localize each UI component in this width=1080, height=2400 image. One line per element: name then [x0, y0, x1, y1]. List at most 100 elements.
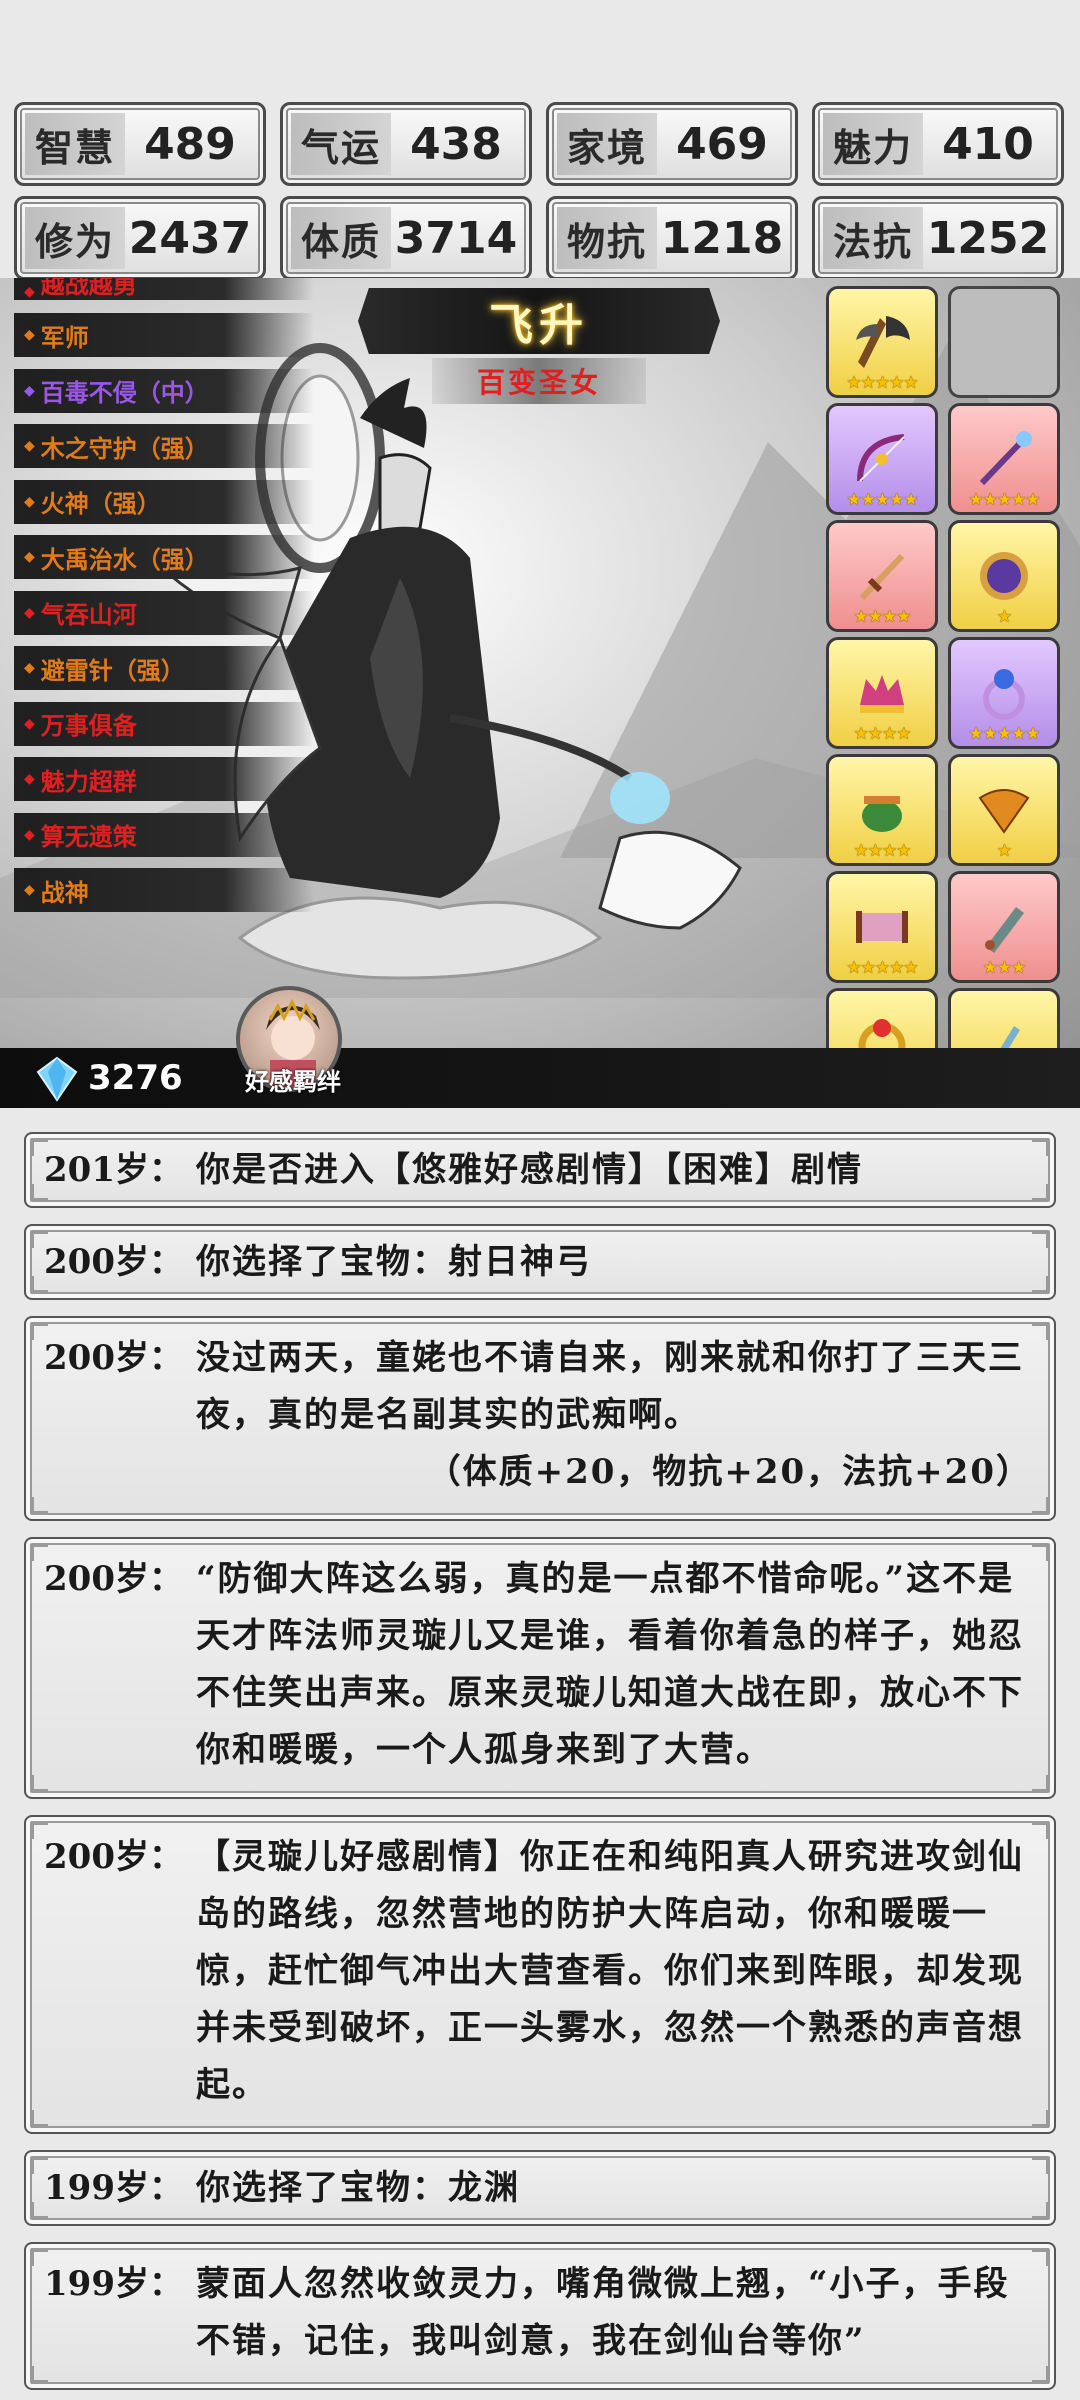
- buff-label: 魅力超群: [40, 766, 137, 796]
- log-paragraph: 没过两天，童姥也不请自来，刚来就和你打了三天三夜，真的是名副其实的武痴啊。: [196, 1338, 1024, 1435]
- equipment-slot[interactable]: ★: [948, 754, 1060, 866]
- log-age: 199岁：: [44, 2264, 183, 2304]
- buff-bullet-icon: ◆: [24, 438, 35, 454]
- stat-value: 2437: [128, 212, 252, 264]
- stat-luck: 气运 438: [280, 102, 532, 186]
- log-age: 201岁：: [44, 1150, 183, 1190]
- ring-icon: [983, 669, 1025, 720]
- buff-item[interactable]: ◆ 气吞山河: [14, 590, 314, 635]
- crown-icon: [860, 675, 904, 713]
- equipment-slot[interactable]: ★★★★★: [948, 637, 1060, 749]
- corner-ornament: [1032, 1324, 1048, 1340]
- equipment-slot[interactable]: ★★★★★: [826, 286, 938, 398]
- stat-value: 469: [676, 118, 768, 170]
- log-text: “防御大阵这么弱，真的是一点都不惜命呢。”这不是天才阵法师灵璇儿又是谁，看着你着…: [196, 1551, 1032, 1779]
- star-rating: ★: [996, 841, 1012, 861]
- corner-ornament: [32, 1823, 48, 1839]
- corner-ornament: [1032, 2366, 1048, 2382]
- corner-ornament: [32, 1232, 48, 1248]
- equipment-slot[interactable]: ★★★★★: [826, 403, 938, 515]
- log-age: 200岁：: [44, 1837, 183, 1877]
- star-rating: ★★★★★: [846, 373, 918, 393]
- buff-label: 避雷针（强）: [40, 655, 185, 685]
- star-rating: ★: [996, 607, 1012, 627]
- corner-ornament: [32, 1545, 48, 1561]
- buff-item[interactable]: ◆ 百毒不侵（中）: [14, 368, 314, 413]
- star-rating: ★★★: [982, 958, 1027, 978]
- stat-value: 410: [942, 118, 1034, 170]
- corner-ornament: [32, 1775, 48, 1791]
- star-rating: ★★★★★: [846, 958, 918, 978]
- stat-label: 家境: [557, 113, 657, 175]
- log-entry: 199岁： 蒙面人忽然收敛灵力，嘴角微微上翘，“小子，手段不错，记住，我叫剑意，我…: [24, 2242, 1056, 2390]
- buff-item[interactable]: ◆ 大禹治水（强）: [14, 535, 314, 579]
- corner-ornament: [32, 2158, 48, 2174]
- equipment-slot[interactable]: ★★★: [948, 871, 1060, 983]
- log-age: 199岁：: [44, 2168, 183, 2208]
- stat-value: 489: [144, 118, 236, 170]
- log-entry: 200岁： 你选择了宝物：射日神弓: [24, 1224, 1056, 1300]
- buff-item[interactable]: ◆ 万事俱备: [14, 701, 314, 746]
- buff-bullet-icon: ◆: [24, 493, 35, 510]
- buff-bullet-icon: ◆: [24, 771, 35, 787]
- gem-count: 3276: [88, 1058, 183, 1098]
- stat-label: 魅力: [823, 113, 923, 175]
- character-subtitle: 百变圣女: [432, 358, 646, 404]
- stat-value: 3714: [394, 212, 518, 264]
- log-text: 蒙面人忽然收敛灵力，嘴角微微上翘，“小子，手段不错，记住，我叫剑意，我在剑仙台等…: [196, 2256, 1032, 2370]
- sword-icon: [859, 553, 905, 601]
- log-text: 你选择了宝物：龙渊: [196, 2162, 1032, 2214]
- stat-magic-resist: 法抗 1252: [812, 196, 1064, 280]
- equipment-slot-empty[interactable]: [948, 286, 1060, 398]
- log-paragraph: 你选择了宝物：龙渊: [196, 2168, 520, 2208]
- buff-item[interactable]: ◆ 越战越勇: [14, 278, 314, 300]
- corner-ornament: [32, 2110, 48, 2126]
- stat-physical-resist: 物抗 1218: [546, 196, 798, 280]
- fan-icon: [978, 789, 1030, 834]
- stat-value: 438: [410, 118, 502, 170]
- buff-label: 火神（强）: [40, 489, 161, 518]
- equipment-slot[interactable]: ★★★★★: [826, 871, 938, 983]
- equipment-slot[interactable]: ★: [948, 520, 1060, 632]
- stat-charm: 魅力 410: [812, 102, 1064, 186]
- buff-item[interactable]: ◆ 算无遗策: [14, 812, 314, 857]
- buff-item[interactable]: ◆ 军师: [14, 313, 314, 357]
- buff-item[interactable]: ◆ 战神: [14, 868, 314, 912]
- buff-item[interactable]: ◆ 火神（强）: [14, 479, 314, 524]
- star-rating: ★★★★: [853, 607, 912, 627]
- stat-value: 1252: [926, 212, 1050, 264]
- equipment-slot[interactable]: ★★★★★: [948, 403, 1060, 515]
- equipment-slot[interactable]: ★★★★: [826, 637, 938, 749]
- log-text: 没过两天，童姥也不请自来，刚来就和你打了三天三夜，真的是名副其实的武痴啊。 （体质…: [196, 1330, 1032, 1501]
- log-paragraph: “防御大阵这么弱，真的是一点都不惜命呢。”这不是天才阵法师灵璇儿又是谁，看着你着…: [196, 1559, 1024, 1770]
- buff-bullet-icon: ◆: [24, 549, 35, 565]
- corner-ornament: [32, 1140, 48, 1156]
- corner-ornament: [1032, 1545, 1048, 1561]
- buff-item[interactable]: ◆ 避雷针（强）: [14, 646, 314, 690]
- log-entry: 201岁： 你是否进入【悠雅好感剧情】【困难】剧情: [24, 1132, 1056, 1208]
- character-scene: ◆ 越战越勇 ◆ 军师 ◆ 百毒不侵（中） ◆ 木之守护（强） ◆ 火神（强） ◆ 大禹治水（强） ◆ 气…: [0, 278, 1080, 1108]
- star-rating: ★★★★: [853, 841, 912, 861]
- log-entry: 200岁： “防御大阵这么弱，真的是一点都不惜命呢。”这不是天才阵法师灵璇儿又是谁…: [24, 1537, 1056, 1799]
- staff-icon: [979, 431, 1032, 486]
- corner-ornament: [1032, 1497, 1048, 1513]
- buff-item[interactable]: ◆ 木之守护（强）: [14, 424, 314, 468]
- corner-ornament: [32, 1276, 48, 1292]
- buff-label: 木之守护（强）: [40, 433, 209, 463]
- buff-item[interactable]: ◆ 魅力超群: [14, 757, 314, 801]
- event-log[interactable]: 201岁： 你是否进入【悠雅好感剧情】【困难】剧情 200岁： 你选择了宝物：射日神弓…: [24, 1132, 1056, 2400]
- log-age: 200岁：: [44, 1242, 183, 1282]
- corner-ornament: [1032, 1232, 1048, 1248]
- equipment-slot[interactable]: ★★★★: [826, 520, 938, 632]
- log-entry: 199岁： 你选择了宝物：龙渊: [24, 2150, 1056, 2226]
- corner-ornament: [32, 1497, 48, 1513]
- buff-label: 战神: [40, 877, 89, 907]
- stat-label: 物抗: [557, 207, 657, 269]
- star-rating: ★★★★★: [968, 490, 1040, 510]
- corner-ornament: [1032, 2202, 1048, 2218]
- diamond-icon: [36, 1056, 78, 1102]
- equipment-slot[interactable]: ★★★★: [826, 754, 938, 866]
- stat-label: 智慧: [25, 113, 125, 175]
- stat-label: 体质: [291, 207, 391, 269]
- star-rating: ★★★★★: [846, 490, 918, 510]
